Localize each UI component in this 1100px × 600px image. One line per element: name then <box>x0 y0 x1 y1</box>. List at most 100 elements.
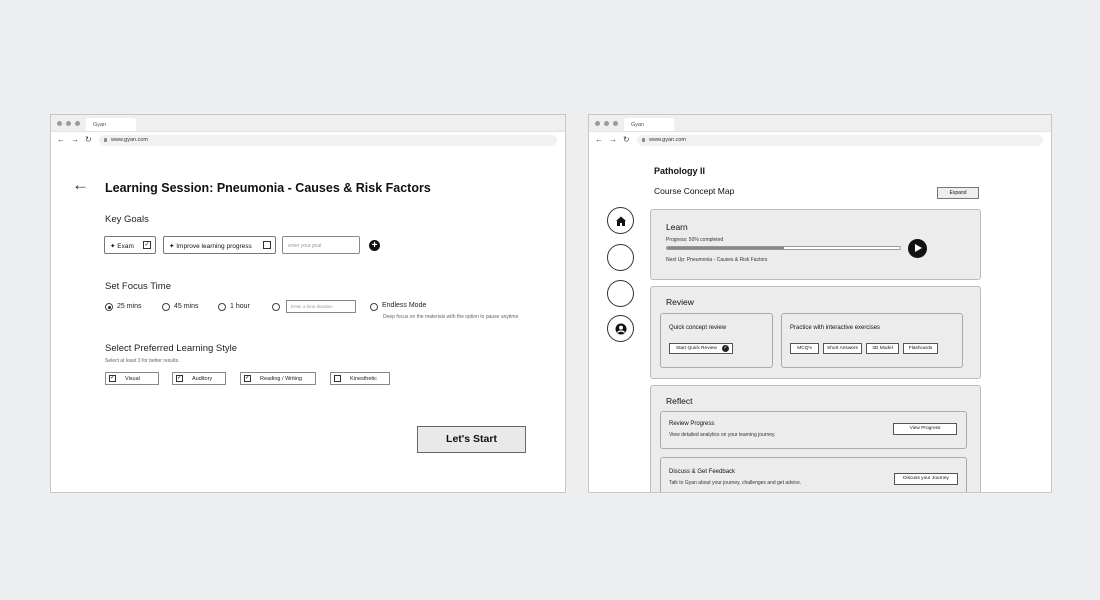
radio-label: 45 mins <box>174 303 199 310</box>
style-checkbox[interactable]: ✓ <box>109 375 116 382</box>
focus-time-heading: Set Focus Time <box>105 281 171 292</box>
address-row: ← → ↻ www.gyan.com <box>589 131 1051 148</box>
discuss-feedback-title: Discuss & Get Feedback <box>669 469 736 475</box>
style-chip-visual[interactable]: ✓ Visual <box>105 372 159 385</box>
reflect-title: Reflect <box>666 396 693 406</box>
style-chip-kinesthetic[interactable]: Kinesthetic <box>330 372 390 385</box>
lets-start-button[interactable]: Let's Start <box>417 426 526 453</box>
minimize-dot[interactable] <box>604 121 609 126</box>
browser-chrome: Gyan ← → ↻ www.gyan.com <box>51 115 565 148</box>
style-checkbox[interactable]: ✓ <box>244 375 251 382</box>
back-arrow-icon[interactable]: ← <box>595 135 603 145</box>
progress-text: Progress: 50% completed <box>666 237 724 243</box>
lock-icon <box>104 138 107 142</box>
quick-review-title: Quick concept review <box>669 325 727 331</box>
review-progress-desc: View detailed analytics on your learning… <box>669 432 776 438</box>
radio-1-hour[interactable] <box>218 303 226 311</box>
radio-label: 25 mins <box>117 303 142 310</box>
radio-25-mins[interactable] <box>105 303 113 311</box>
user-icon <box>615 323 627 335</box>
course-title: Pathology II <box>654 166 706 176</box>
flashcards-button[interactable]: Flashcards <box>903 343 938 354</box>
style-label: Auditory <box>192 376 213 382</box>
discuss-journey-button[interactable]: Discuss your Journey <box>894 473 958 485</box>
address-row: ← → ↻ www.gyan.com <box>51 131 565 148</box>
progress-fill <box>667 247 784 249</box>
key-goals-heading: Key Goals <box>105 214 149 225</box>
mcq-button[interactable]: MCQ's <box>790 343 819 354</box>
minimize-dot[interactable] <box>66 121 71 126</box>
review-progress-title: Review Progress <box>669 421 715 427</box>
endless-mode-label: Endless Mode <box>382 302 427 309</box>
style-label: Kinesthetic <box>350 376 377 382</box>
radio-45-mins[interactable] <box>162 303 170 311</box>
practice-title: Practice with interactive exercises <box>790 325 881 331</box>
view-progress-button[interactable]: View Progress <box>893 423 957 435</box>
goal-chip-label: ✦ Improve learning progress <box>169 243 252 250</box>
window-controls <box>57 121 80 126</box>
short-answers-button[interactable]: Short Answers <box>823 343 862 354</box>
learn-title: Learn <box>666 222 688 232</box>
url-bar[interactable]: www.gyan.com <box>99 135 557 146</box>
goal-chip-improve-progress[interactable]: ✦ Improve learning progress <box>163 236 276 254</box>
browser-tab[interactable]: Gyan <box>86 118 136 131</box>
sidebar-button-2[interactable] <box>607 244 634 271</box>
back-arrow-icon[interactable]: ← <box>57 135 65 145</box>
goal-chip-label: ✦ Exam <box>110 243 134 250</box>
practice-card: Practice with interactive exercises MCQ'… <box>781 313 963 368</box>
learning-style-hint: Select at least 3 for better results. <box>105 358 180 364</box>
reflect-card: Reflect Review Progress View detailed an… <box>650 385 981 492</box>
maximize-dot[interactable] <box>613 121 618 126</box>
style-checkbox[interactable] <box>334 375 341 382</box>
browser-window-course: Gyan ← → ↻ www.gyan.com Pathology II Cou… <box>588 114 1052 493</box>
goal-checkbox-improve-progress[interactable] <box>263 241 271 249</box>
discuss-feedback-desc: Talk to Gyan about your journey, challen… <box>669 480 802 486</box>
sidebar-profile-button[interactable] <box>607 315 634 342</box>
3d-model-button[interactable]: 3D Model <box>866 343 899 354</box>
maximize-dot[interactable] <box>75 121 80 126</box>
url-text: www.gyan.com <box>111 137 148 143</box>
review-title: Review <box>666 297 694 307</box>
forward-arrow-icon[interactable]: → <box>609 135 617 145</box>
review-progress-item: Review Progress View detailed analytics … <box>660 411 967 449</box>
radio-custom-duration[interactable] <box>272 303 280 311</box>
review-card: Review Quick concept review Start Quick … <box>650 286 981 379</box>
goal-checkbox-exam[interactable]: ✓ <box>143 241 151 249</box>
browser-tab[interactable]: Gyan <box>624 118 674 131</box>
goal-chip-exam[interactable]: ✦ Exam ✓ <box>104 236 156 254</box>
quick-review-card: Quick concept review Start Quick Review … <box>660 313 773 368</box>
tab-bar: Gyan <box>589 115 1051 131</box>
discuss-feedback-item: Discuss & Get Feedback Talk to Gyan abou… <box>660 457 967 492</box>
window-controls <box>595 121 618 126</box>
expand-button[interactable]: Expand <box>937 187 979 199</box>
reload-icon[interactable]: ↻ <box>623 135 630 145</box>
sidebar-button-3[interactable] <box>607 280 634 307</box>
browser-chrome: Gyan ← → ↻ www.gyan.com <box>589 115 1051 148</box>
sidebar-home-button[interactable] <box>607 207 634 234</box>
next-up-text: Next Up: Pneumonia - Causes & Risk Facto… <box>666 257 768 263</box>
forward-arrow-icon[interactable]: → <box>71 135 79 145</box>
style-chip-auditory[interactable]: ✓ Auditory <box>172 372 226 385</box>
style-chip-reading-writing[interactable]: ✓ Reading / Writing <box>240 372 316 385</box>
style-label: Visual <box>125 376 140 382</box>
reload-icon[interactable]: ↻ <box>85 135 92 145</box>
url-text: www.gyan.com <box>649 137 686 143</box>
browser-window-setup: Gyan ← → ↻ www.gyan.com ← Learning Sessi… <box>50 114 566 493</box>
custom-duration-input[interactable]: Enter a time duration <box>286 300 356 313</box>
start-quick-review-button[interactable]: Start Quick Review ✓ <box>669 343 733 354</box>
home-icon <box>616 216 626 226</box>
learn-card: Learn Progress: 50% completed Next Up: P… <box>650 209 981 280</box>
check-circle-icon: ✓ <box>722 345 729 352</box>
close-dot[interactable] <box>57 121 62 126</box>
style-label: Reading / Writing <box>260 376 303 382</box>
url-bar[interactable]: www.gyan.com <box>637 135 1043 146</box>
back-arrow-icon[interactable]: ← <box>72 176 89 193</box>
page-title: Learning Session: Pneumonia - Causes & R… <box>105 181 431 195</box>
concept-map-title: Course Concept Map <box>654 186 735 196</box>
radio-endless-mode[interactable] <box>370 303 378 311</box>
add-goal-plus-icon[interactable]: + <box>369 240 380 251</box>
play-icon[interactable] <box>908 239 927 258</box>
style-checkbox[interactable]: ✓ <box>176 375 183 382</box>
goal-input[interactable]: enter your goal <box>282 236 360 254</box>
close-dot[interactable] <box>595 121 600 126</box>
